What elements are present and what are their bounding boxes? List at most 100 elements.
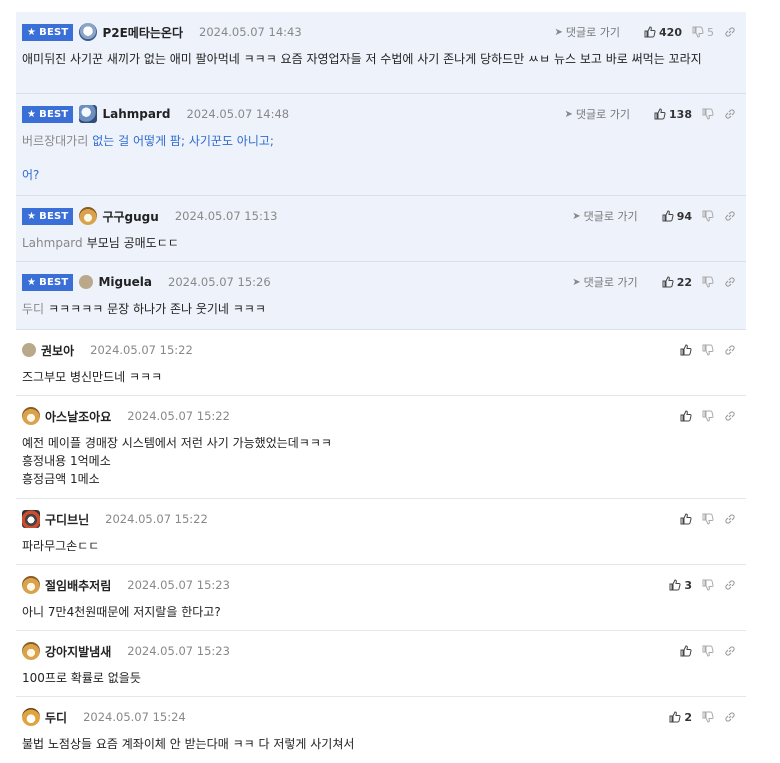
avatar[interactable] [22, 407, 40, 425]
go-to-reply-link[interactable]: ➤ 댓글로 가기 [565, 106, 631, 122]
go-to-reply-link[interactable]: ➤ 댓글로 가기 [572, 274, 638, 290]
avatar[interactable] [22, 510, 40, 528]
avatar[interactable] [22, 343, 36, 357]
like-button[interactable]: 138 [654, 108, 692, 121]
send-arrow-icon: ➤ [572, 276, 581, 288]
comment-body: 버르장대가리 없는 걸 어떻게 팜; 사기꾼도 아니고; 어? [22, 134, 274, 182]
thumbs-down-icon [702, 579, 714, 591]
comment-date: 2024.05.07 15:23 [127, 578, 230, 592]
share-link-button[interactable] [724, 711, 736, 723]
like-button[interactable]: 420 [644, 26, 682, 39]
nickname[interactable]: Lahmpard [102, 107, 170, 121]
avatar[interactable] [79, 207, 98, 225]
like-button[interactable] [680, 410, 692, 422]
thumbs-down-icon [702, 711, 714, 723]
like-button[interactable]: 3 [669, 579, 692, 592]
star-icon: ★ [27, 108, 37, 120]
dislike-button[interactable] [702, 513, 714, 525]
like-count: 420 [659, 25, 682, 39]
avatar[interactable] [22, 708, 40, 726]
like-button[interactable]: 22 [662, 276, 692, 289]
comment: 구디브닌 2024.05.07 15:22 파라무그손ㄷㄷ [16, 499, 746, 565]
star-icon: ★ [27, 276, 37, 288]
link-icon [725, 712, 735, 722]
nickname[interactable]: 강아지발냄새 [45, 643, 111, 660]
send-arrow-icon: ➤ [564, 108, 573, 120]
thumbs-down-icon [692, 26, 704, 38]
comment-date: 2024.05.07 15:22 [105, 512, 208, 526]
dislike-button[interactable] [702, 276, 714, 288]
comment-date: 2024.05.07 15:23 [127, 644, 230, 658]
comment-date: 2024.05.07 15:24 [83, 710, 186, 724]
thumbs-up-icon [654, 108, 666, 120]
dislike-button[interactable] [702, 579, 714, 591]
like-count: 22 [676, 275, 692, 289]
dislike-button[interactable] [702, 344, 714, 356]
nickname[interactable]: 권보아 [41, 342, 74, 359]
avatar[interactable] [79, 23, 98, 41]
share-link-button[interactable] [724, 410, 736, 422]
thumbs-down-icon [702, 108, 714, 120]
comment-body: 100프로 확률로 없을듯 [22, 671, 141, 685]
mention[interactable]: Lahmpard [22, 236, 83, 250]
mention[interactable]: 두디 [22, 302, 44, 316]
comment-date: 2024.05.07 15:26 [168, 275, 271, 289]
nickname[interactable]: 두디 [45, 709, 67, 726]
comment: 두디 2024.05.07 15:24 2 불법 노점상들 요즘 계좌이체 안 … [16, 697, 746, 759]
dislike-button[interactable] [702, 711, 714, 723]
dislike-button[interactable] [702, 108, 714, 120]
like-button[interactable] [680, 344, 692, 356]
share-link-button[interactable] [724, 210, 736, 222]
nickname[interactable]: 구구gugu [102, 208, 158, 225]
star-icon: ★ [27, 210, 37, 222]
comment-date: 2024.05.07 15:22 [90, 343, 193, 357]
avatar[interactable] [22, 576, 40, 594]
best-comment: ★ BEST Lahmpard 2024.05.07 14:48 ➤ 댓글로 가기 … [16, 94, 746, 196]
share-link-button[interactable] [724, 108, 736, 120]
quoted-text: 없는 걸 어떻게 팜; 사기꾼도 아니고; [92, 134, 274, 148]
comment-body: Lahmpard 부모님 공매도ㄷㄷ [22, 236, 179, 250]
nickname[interactable]: 절임배추저림 [45, 577, 111, 594]
avatar[interactable] [22, 642, 40, 660]
like-button[interactable] [680, 513, 692, 525]
nickname[interactable]: 아스날조아요 [45, 408, 111, 425]
thumbs-down-icon [702, 276, 714, 288]
thumbs-down-icon [702, 513, 714, 525]
share-link-button[interactable] [724, 513, 736, 525]
thumbs-down-icon [702, 410, 714, 422]
comment-body: 파라무그손ㄷㄷ [22, 539, 100, 553]
avatar[interactable] [79, 275, 94, 289]
like-count: 2 [684, 710, 692, 724]
dislike-button[interactable] [702, 645, 714, 657]
share-link-button[interactable] [724, 579, 736, 591]
comment-body: 예전 메이플 경매장 시스템에서 저런 사기 가능했었는데ㅋㅋㅋ 흥정내용 1억… [22, 436, 332, 486]
thumbs-up-icon [680, 344, 692, 356]
share-link-button[interactable] [724, 276, 736, 288]
like-button[interactable]: 2 [669, 711, 692, 724]
go-to-reply-link[interactable]: ➤ 댓글로 가기 [572, 208, 638, 224]
like-count: 138 [669, 107, 692, 121]
dislike-button[interactable]: 5 [692, 26, 714, 39]
link-icon [725, 345, 735, 355]
thumbs-down-icon [702, 645, 714, 657]
share-link-button[interactable] [724, 26, 736, 38]
link-icon [725, 580, 735, 590]
dislike-button[interactable] [702, 210, 714, 222]
go-to-reply-link[interactable]: ➤ 댓글로 가기 [555, 24, 621, 40]
thumbs-down-icon [702, 210, 714, 222]
like-button[interactable]: 94 [662, 210, 692, 223]
link-icon [725, 109, 735, 119]
avatar[interactable] [79, 105, 98, 123]
nickname[interactable]: 구디브닌 [45, 511, 89, 528]
share-link-button[interactable] [724, 645, 736, 657]
nickname[interactable]: Miguela [98, 275, 152, 289]
thumbs-up-icon [680, 410, 692, 422]
comment-date: 2024.05.07 15:22 [127, 409, 230, 423]
dislike-button[interactable] [702, 410, 714, 422]
mention[interactable]: 버르장대가리 [22, 134, 88, 148]
nickname[interactable]: P2E메타는온다 [102, 24, 183, 41]
link-icon [725, 277, 735, 287]
share-link-button[interactable] [724, 344, 736, 356]
like-button[interactable] [680, 645, 692, 657]
thumbs-up-icon [680, 513, 692, 525]
